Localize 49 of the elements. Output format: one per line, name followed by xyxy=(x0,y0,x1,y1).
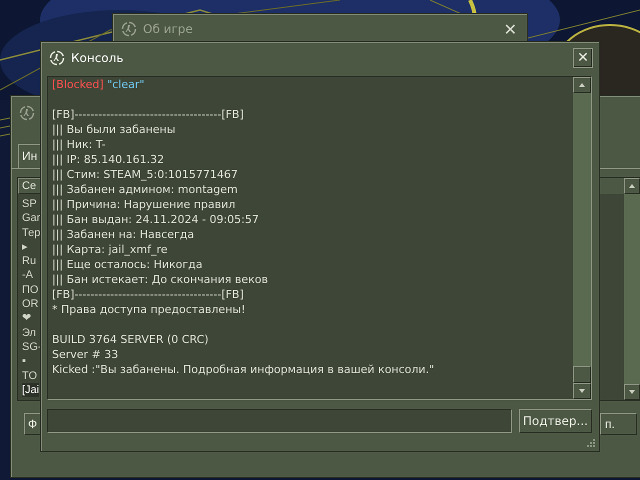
console-line: ||| Бан выдан: 24.11.2024 - 09:05:57 xyxy=(52,212,260,227)
console-line: ||| Стим: STEAM_5:0:1015771467 xyxy=(52,167,239,182)
close-button[interactable]: ✕ xyxy=(573,48,593,68)
console-line: BUILD 3764 SERVER (0 CRC) xyxy=(52,332,210,347)
console-line: Kicked :"Вы забанены. Подробная информация в вашей консоли." xyxy=(52,362,436,377)
server-row[interactable]: Ru xyxy=(22,254,36,268)
scroll-down-icon[interactable] xyxy=(624,384,640,400)
console-line: ||| Еще осталось: Никогда xyxy=(52,257,204,272)
console-line: ||| IP: 85.140.161.32 xyxy=(52,152,166,167)
circle-logo-icon xyxy=(49,50,65,66)
close-button[interactable]: ✕ xyxy=(504,20,521,38)
command-input[interactable] xyxy=(47,409,512,433)
console-line: ||| Карта: jail_xmf_re xyxy=(52,242,169,257)
submit-button[interactable]: Подтвер... xyxy=(518,409,592,433)
filter-button[interactable]: Ф xyxy=(24,413,42,435)
server-row[interactable]: SG- xyxy=(22,340,42,354)
console-line: Server # 33 xyxy=(52,347,120,362)
circle-logo-icon xyxy=(19,105,35,121)
scroll-up-icon[interactable] xyxy=(624,178,640,194)
console-line: ||| Вы были забанены xyxy=(52,122,176,137)
circle-logo-icon xyxy=(121,21,137,37)
server-row[interactable]: Gar xyxy=(22,211,40,226)
console-line: ||| Причина: Нарушение правил xyxy=(52,197,236,212)
server-row[interactable]: Эл xyxy=(22,326,36,340)
server-row[interactable]: ▪ xyxy=(22,354,26,369)
scroll-up-icon[interactable] xyxy=(573,77,591,93)
console-line: [FB]-------------------------------------[FB] xyxy=(52,107,245,122)
window-title: Консоль xyxy=(71,51,124,65)
console-line: * Права доступа предоставлены! xyxy=(52,302,246,317)
server-row[interactable]: ▸ xyxy=(22,240,28,254)
console-line: [Blocked] "clear" xyxy=(52,77,146,92)
resize-grip-icon[interactable] xyxy=(586,438,596,448)
server-row[interactable]: OR xyxy=(22,297,38,312)
console-line: [FB]-------------------------------------[FB] xyxy=(52,287,245,302)
server-row[interactable]: [Jai xyxy=(22,382,40,398)
console-line: ||| Ник: T- xyxy=(52,137,107,152)
scroll-down-icon[interactable] xyxy=(573,383,591,399)
server-row[interactable]: ❤ xyxy=(22,311,31,326)
server-row[interactable]: TO xyxy=(22,368,38,383)
server-row[interactable]: Тер xyxy=(22,226,40,240)
console-line: ||| Бан истекает: До скончания веков xyxy=(52,272,269,287)
console-line: ||| Забанен админом: montagem xyxy=(52,182,239,197)
window-title: Об игре xyxy=(143,22,194,36)
server-row[interactable]: SP xyxy=(22,197,37,212)
connect-button[interactable]: п. xyxy=(600,413,637,435)
server-row[interactable]: ПО xyxy=(22,282,38,298)
console-line: ||| Забанен на: Навсегда xyxy=(52,227,196,242)
scroll-thumb[interactable] xyxy=(573,366,591,383)
server-row[interactable]: -A xyxy=(22,268,33,283)
